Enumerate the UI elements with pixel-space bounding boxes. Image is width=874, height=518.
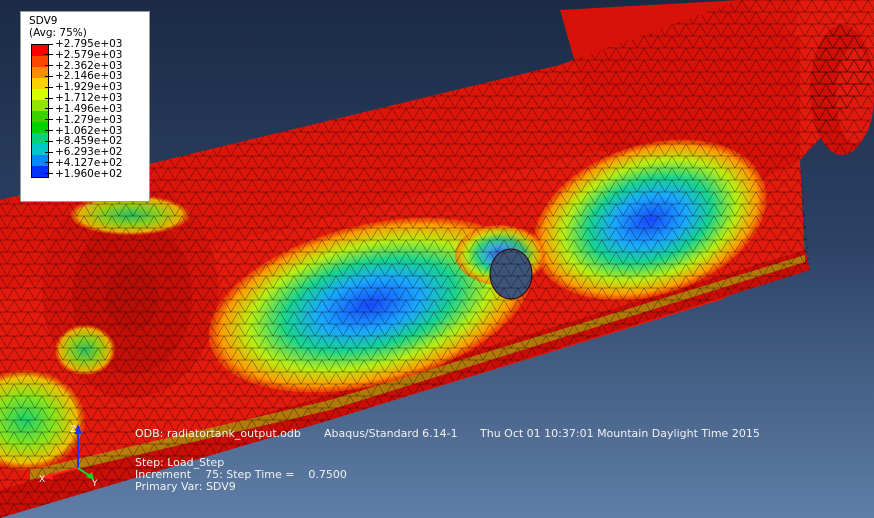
z-axis-label: Z xyxy=(70,425,76,435)
legend-tick-label: +1.960e+02 xyxy=(55,167,123,180)
axis-triad: Z X Y xyxy=(39,424,98,489)
y-axis-line xyxy=(77,467,91,477)
legend-tick-mark xyxy=(45,97,53,99)
viewport[interactable]: SDV9 (Avg: 75%) +2.795e+03 +2.579e+03 +2.3… xyxy=(0,0,874,518)
legend-tick-mark xyxy=(45,173,53,175)
legend-tick-mark xyxy=(45,140,53,142)
contour-legend: SDV9 (Avg: 75%) +2.795e+03 +2.579e+03 +2.3… xyxy=(20,11,150,202)
legend-tick-mark xyxy=(45,65,53,67)
legend-tick: +2.146e+03 xyxy=(45,70,122,82)
legend-tick-mark xyxy=(45,54,53,56)
legend-tick: +1.929e+03 xyxy=(45,81,122,93)
legend-tick: +1.712e+03 xyxy=(45,92,122,104)
legend-tick: +1.279e+03 xyxy=(45,114,122,126)
legend-tick-mark xyxy=(45,75,53,77)
legend-tick-mark xyxy=(45,130,53,131)
x-axis-line xyxy=(47,467,79,477)
timestamp-label: Thu Oct 01 10:37:01 Mountain Daylight Ti… xyxy=(480,427,760,440)
legend-tick-values: +2.795e+03 +2.579e+03 +2.362e+03 +2.146e+03… xyxy=(45,38,123,180)
legend-tick: +2.579e+03 xyxy=(45,49,122,61)
primary-var-label: Primary Var: SDV9 xyxy=(135,480,236,493)
legend-tick: +4.127e+02 xyxy=(45,157,122,169)
legend-tick-mark xyxy=(45,108,53,110)
x-axis-label: X xyxy=(39,475,45,485)
odb-label: ODB: radiatortank_output.odb xyxy=(135,427,301,440)
legend-tick-mark xyxy=(45,151,53,153)
legend-variable-label: SDV9 xyxy=(29,15,58,27)
legend-tick-mark xyxy=(45,86,53,88)
legend-tick-mark xyxy=(45,43,53,45)
legend-tick: +8.459e+02 xyxy=(45,135,122,147)
legend-tick: +1.960e+02 xyxy=(45,167,123,180)
legend-tick: +1.496e+03 xyxy=(45,103,122,115)
solver-label: Abaqus/Standard 6.14-1 xyxy=(324,427,458,440)
legend-tick-mark xyxy=(45,119,53,121)
y-axis-label: Y xyxy=(91,479,98,489)
legend-tick-mark xyxy=(45,162,53,164)
legend-tick: +2.795e+03 xyxy=(45,38,122,50)
legend-tick: +2.362e+03 xyxy=(45,60,122,72)
legend-tick: +1.062e+03 xyxy=(45,125,122,137)
legend-tick: +6.293e+02 xyxy=(45,146,122,158)
